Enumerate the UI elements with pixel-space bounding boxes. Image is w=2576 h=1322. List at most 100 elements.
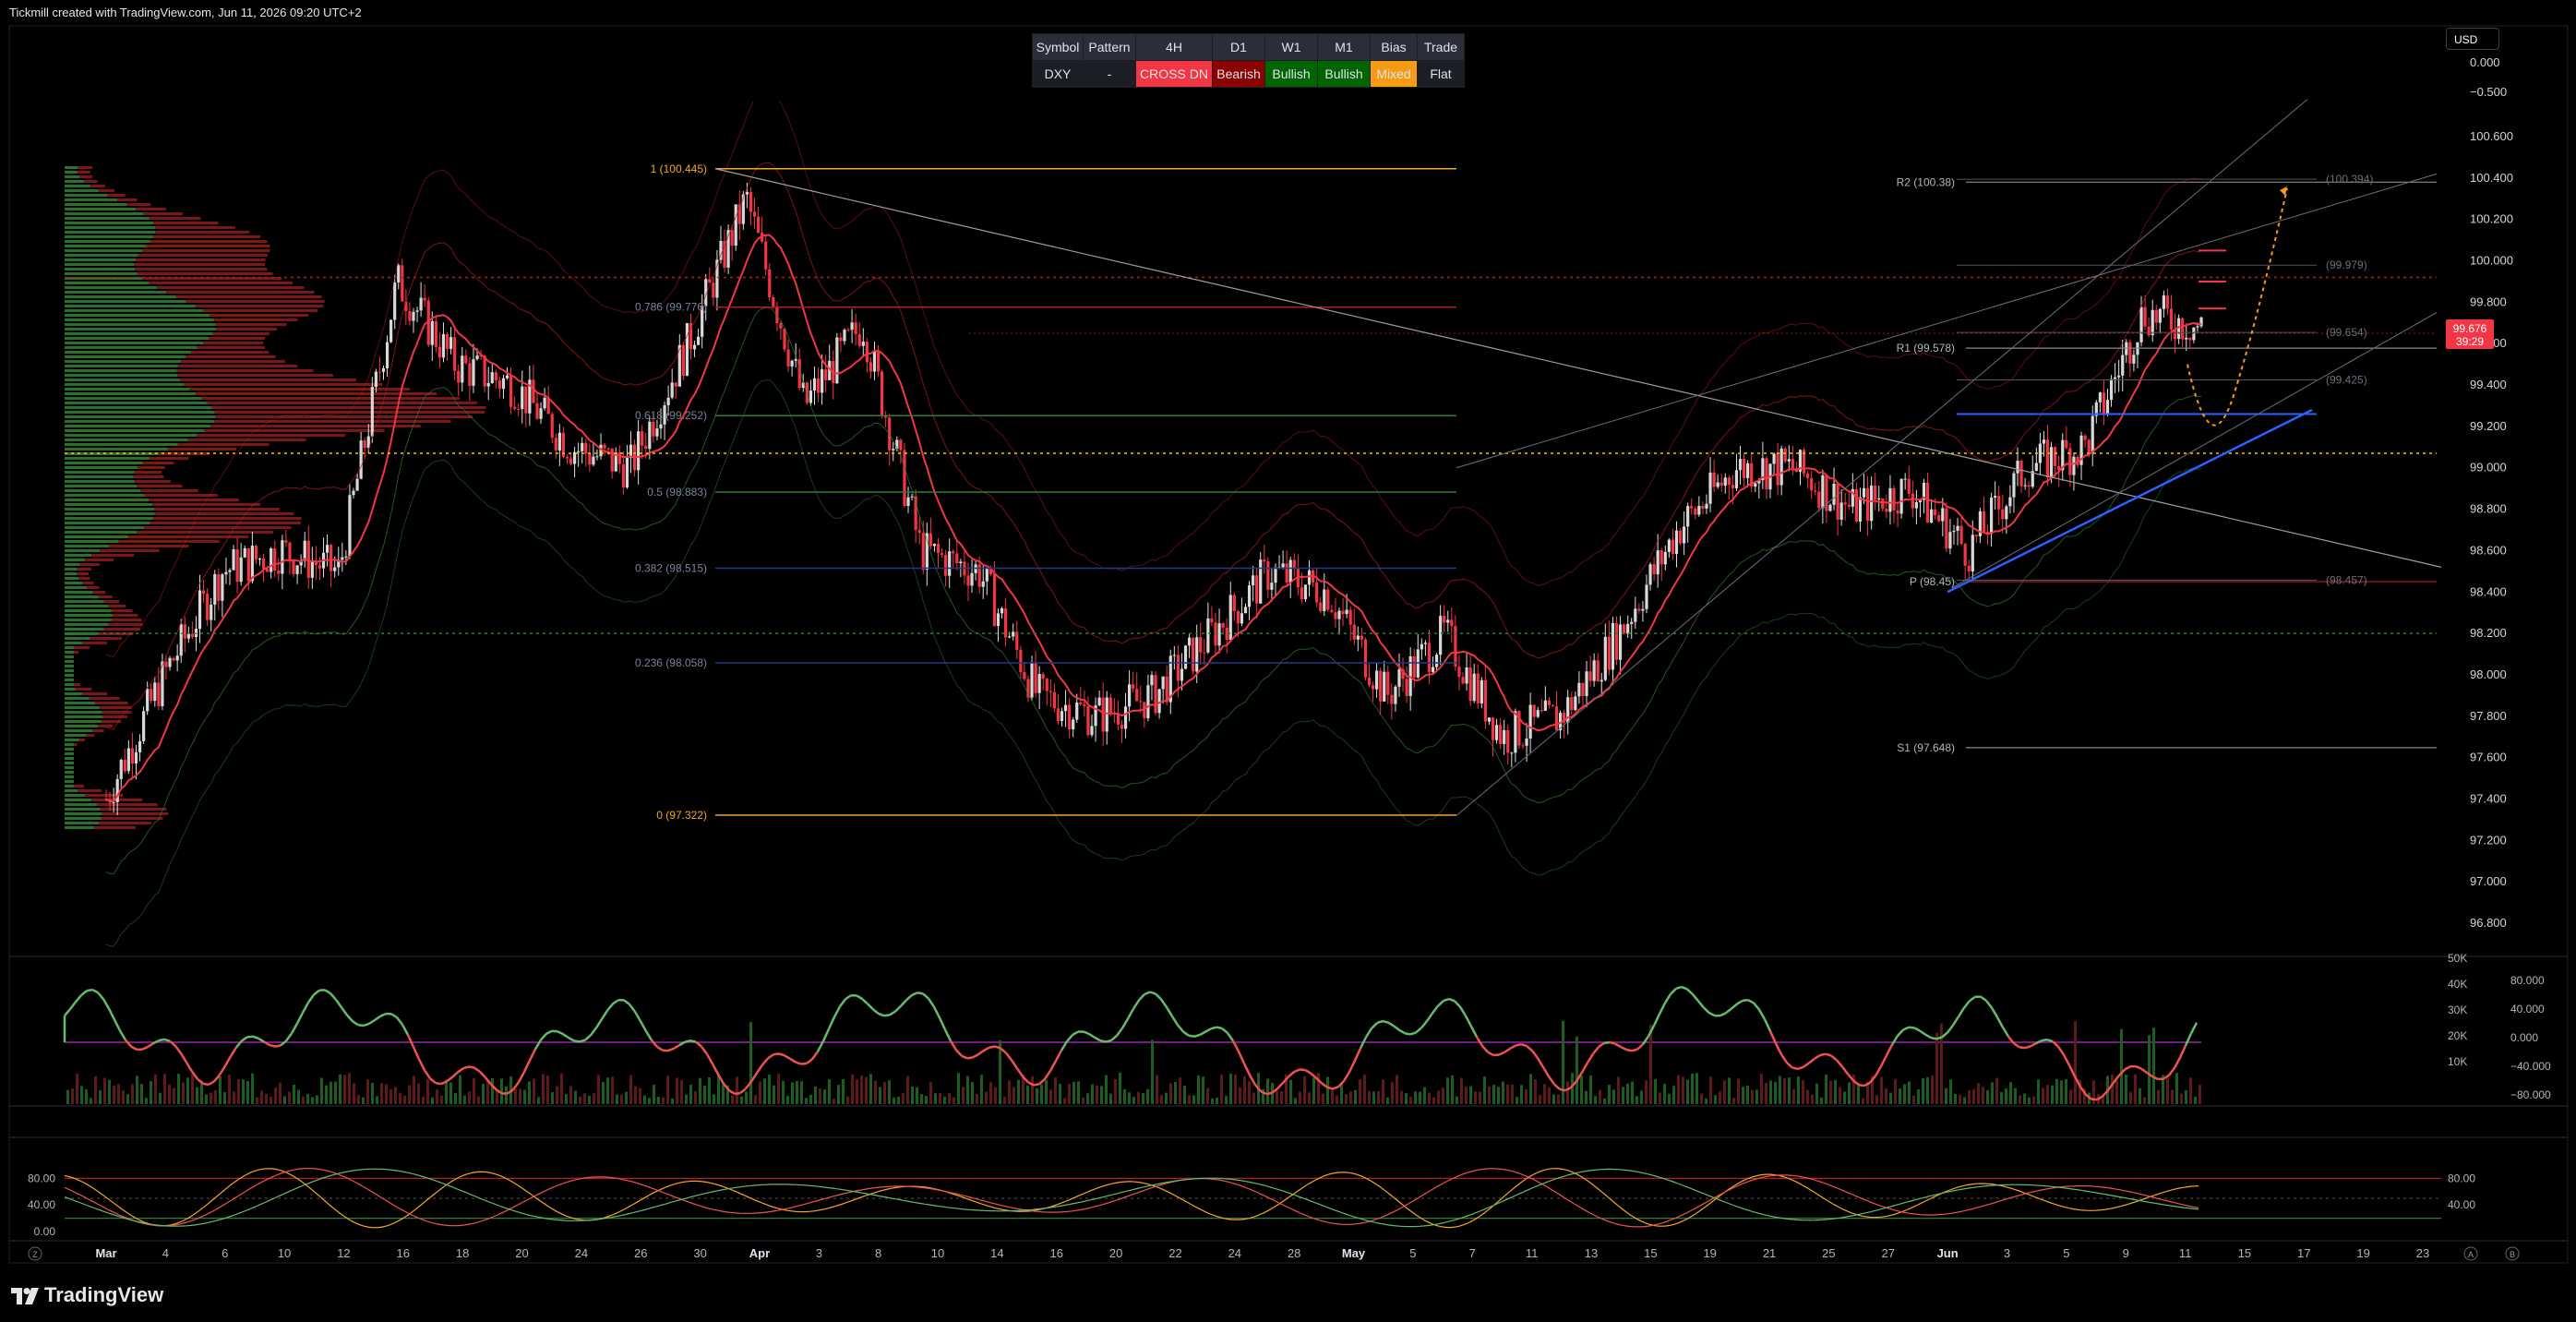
candle-body xyxy=(1012,631,1015,637)
candle-body xyxy=(288,542,292,560)
price-tick-label: 99.400 xyxy=(2470,378,2507,391)
candle-body xyxy=(655,428,659,437)
volume-bar xyxy=(796,1080,798,1104)
volume-profile-bar xyxy=(65,166,78,169)
candle-body xyxy=(1626,623,1630,634)
signal-value-pattern: - xyxy=(1083,60,1136,88)
chart-canvas[interactable]: 1 (100.445) 0.786 (99.776) 0.618 (99.252) 0… xyxy=(0,0,2576,1322)
oscillator-segment xyxy=(917,992,924,995)
volume-profile-bar xyxy=(215,328,277,330)
oscillator-segment xyxy=(1099,1039,1107,1043)
volume-bar xyxy=(782,1080,785,1104)
volume-profile-bar xyxy=(209,337,265,340)
volume-profile-bar xyxy=(65,309,204,312)
tradingview-logo[interactable]: TradingView xyxy=(11,1283,163,1307)
volume-bar xyxy=(1063,1098,1066,1104)
volume-bar xyxy=(1617,1076,1620,1104)
volume-profile-bar xyxy=(65,282,149,284)
volume-bar xyxy=(463,1095,466,1104)
volume-bar xyxy=(671,1098,674,1104)
candle-body xyxy=(377,371,382,373)
candle-body xyxy=(1434,655,1439,667)
volume-bar xyxy=(1128,1092,1131,1104)
currency-select[interactable]: USD xyxy=(2446,28,2499,50)
candle-body xyxy=(1041,674,1045,679)
candle-body xyxy=(1865,487,1870,522)
candle-body xyxy=(1180,668,1184,681)
volume-profile-bar xyxy=(103,600,120,603)
candle-body xyxy=(295,565,299,574)
volume-bar xyxy=(1728,1077,1731,1104)
volume-bar xyxy=(1691,1073,1694,1104)
volume-profile-bar xyxy=(65,226,156,229)
candle-body xyxy=(1363,639,1368,678)
volume-profile-bar xyxy=(65,715,103,718)
time-tick-label: 11 xyxy=(1526,1246,1539,1260)
candle-body xyxy=(1941,508,1945,522)
candle-body xyxy=(772,297,775,306)
candle-body xyxy=(1671,539,1675,555)
volume-bar xyxy=(1312,1077,1315,1104)
volume-bar xyxy=(1363,1075,1366,1104)
oscillator-tick-label: 0.000 xyxy=(2510,1031,2538,1044)
volume-profile-bar xyxy=(153,222,219,224)
volume-profile-bar xyxy=(133,475,164,478)
candle-body xyxy=(1300,587,1304,600)
candle-body xyxy=(1068,704,1072,730)
signal-table: Symbol Pattern 4H D1 W1 M1 Bias Trade DXY - CROSS… xyxy=(1032,33,1465,88)
oscillator-segment xyxy=(1603,1040,1611,1045)
volume-profile-bar xyxy=(65,522,150,524)
candle-body xyxy=(666,397,670,406)
volume-bar xyxy=(616,1094,618,1104)
volume-bar xyxy=(1829,1080,1832,1104)
candle-body xyxy=(1540,710,1543,712)
candle-body xyxy=(415,310,419,312)
candle-body xyxy=(2065,439,2068,449)
volume-profile-bar xyxy=(65,328,216,330)
volume-profile-bar xyxy=(65,208,137,210)
candle-body xyxy=(543,397,546,409)
volume-bar xyxy=(1183,1085,1186,1104)
volume-bar xyxy=(1917,1088,1920,1104)
candle-body xyxy=(2087,439,2091,453)
volume-bar xyxy=(113,1085,115,1104)
volume-profile-bar xyxy=(65,457,150,460)
fib-level-label: 0.786 (99.776) xyxy=(635,301,707,314)
volume-profile-bar xyxy=(65,466,138,469)
volume-profile-bar xyxy=(65,568,78,571)
signal-value-d1: Bearish xyxy=(1212,60,1265,88)
volume-bar xyxy=(1359,1079,1361,1104)
volume-bar xyxy=(1405,1093,1408,1104)
candle-body xyxy=(2068,448,2072,475)
candle-body xyxy=(1352,624,1356,640)
candle-body xyxy=(401,265,404,302)
candle-body xyxy=(1154,675,1157,714)
volume-bar xyxy=(869,1074,872,1104)
volume-profile-bar xyxy=(195,305,324,307)
volume-bar xyxy=(1372,1091,1375,1104)
volume-bar xyxy=(588,1095,591,1104)
stochastic-tick-label: 80.00 xyxy=(2448,1172,2475,1184)
candle-body xyxy=(419,297,423,311)
volume-bar xyxy=(1875,1095,1878,1104)
candle-body xyxy=(1176,655,1180,681)
volume-profile-bar xyxy=(65,799,92,801)
volume-profile-bar xyxy=(65,217,150,220)
volume-bar xyxy=(85,1088,88,1104)
candle-body xyxy=(1989,498,1994,535)
volume-bar xyxy=(2115,1080,2118,1104)
volume-bar xyxy=(514,1089,517,1104)
right-level-label: (99.654) xyxy=(2326,326,2367,339)
volume-bar xyxy=(2166,1078,2169,1104)
candle-body xyxy=(685,323,689,377)
oscillator-tick-label: −80.000 xyxy=(2510,1088,2551,1101)
volume-bar xyxy=(925,1096,928,1104)
volume-profile-bar xyxy=(65,388,190,391)
volume-bar xyxy=(1811,1094,1814,1104)
time-tick-label: 7 xyxy=(1469,1246,1476,1260)
volume-profile-bar xyxy=(82,582,94,584)
candle-body xyxy=(756,216,761,234)
volume-bar xyxy=(94,1076,97,1104)
candle-body xyxy=(501,378,506,390)
volume-bar xyxy=(1672,1086,1675,1104)
